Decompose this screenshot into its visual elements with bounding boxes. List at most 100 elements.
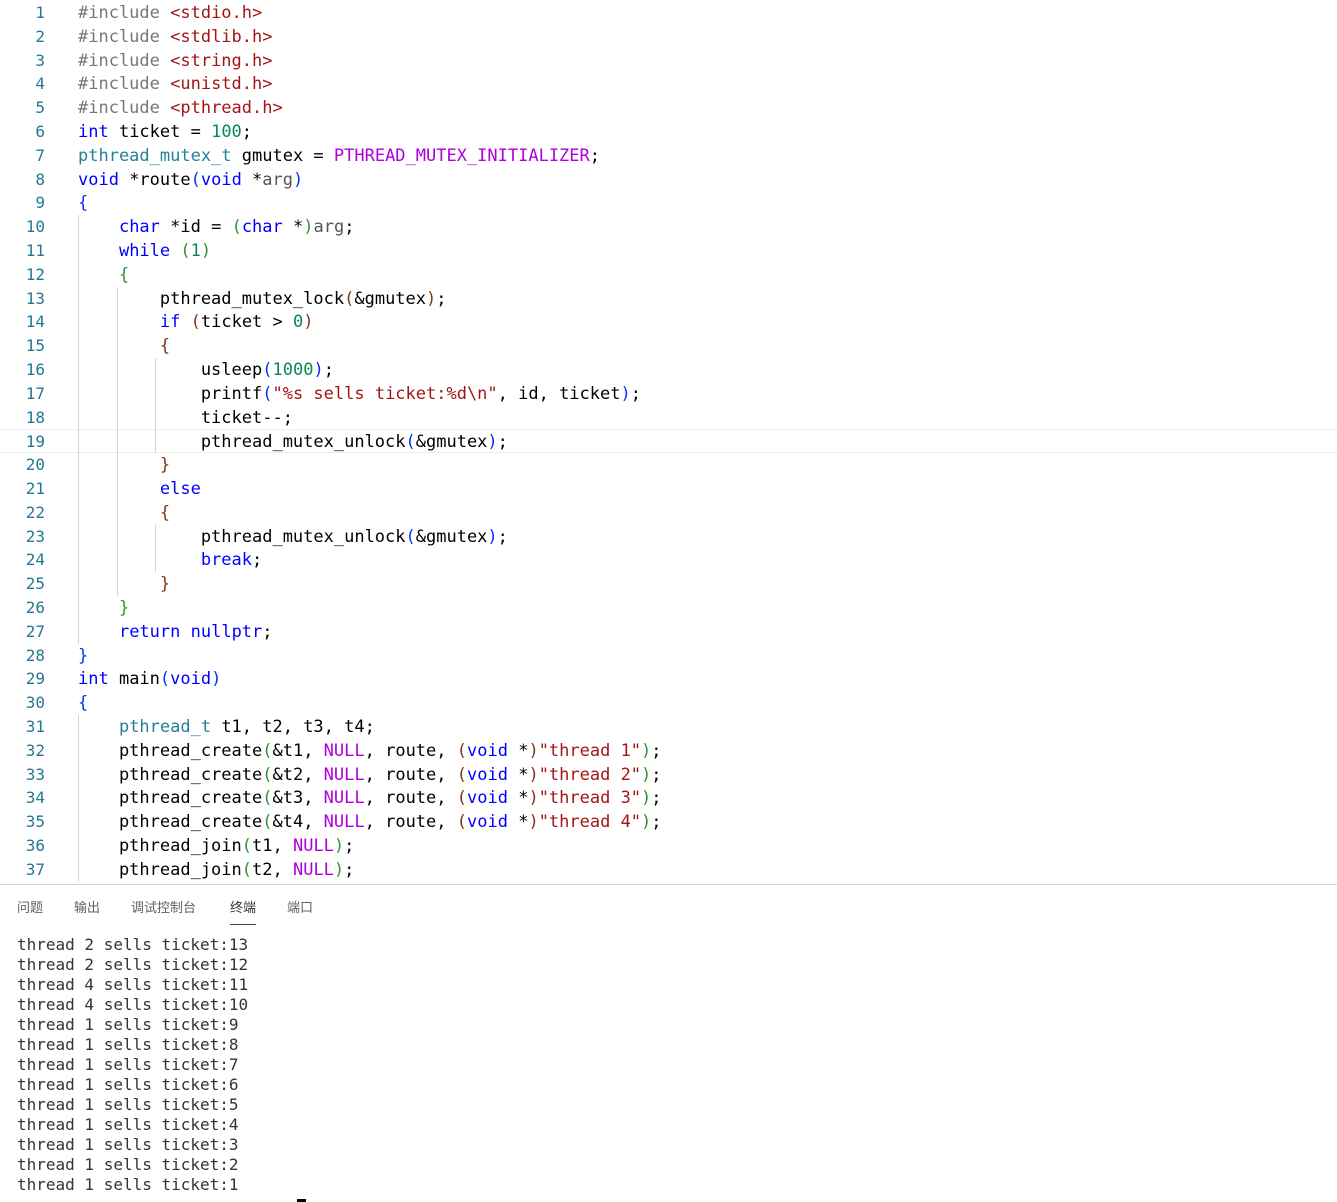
code-line[interactable]: 22 { xyxy=(0,501,1337,525)
code-token: pthread_mutex_t xyxy=(78,145,232,166)
code-line[interactable]: 5 #include <pthread.h> xyxy=(0,96,1337,120)
code-token: main xyxy=(108,669,160,690)
code-token: NULL xyxy=(323,788,365,809)
line-number: 37 xyxy=(25,859,45,879)
code-token: ) xyxy=(211,669,222,690)
code-token: #include xyxy=(78,3,171,23)
code-token: return xyxy=(118,621,181,642)
code-line[interactable]: 19 pthread_mutex_unlock(&gmutex); xyxy=(0,429,1337,454)
code-line[interactable]: 37 pthread_join(t2, NULL); xyxy=(0,858,1337,882)
line-number: 21 xyxy=(25,479,45,498)
code-line[interactable]: 35 pthread_create(&t4, NULL, route, (voi… xyxy=(0,810,1337,834)
code-line[interactable]: 16 usleep(1000); xyxy=(0,358,1337,382)
code-line[interactable]: 18 ticket--; xyxy=(0,406,1337,430)
code-line[interactable]: 12 { xyxy=(0,263,1337,287)
line-number: 22 xyxy=(25,502,45,522)
panel-tab[interactable]: 调试控制台 xyxy=(131,899,196,925)
code-token: ; xyxy=(651,788,662,809)
terminal-prompt[interactable] xyxy=(17,1195,1317,1202)
code-token: ( xyxy=(190,169,201,190)
code-text: while (1) xyxy=(78,239,211,263)
code-token: 0 xyxy=(293,312,304,333)
code-line[interactable]: 23 pthread_mutex_unlock(&gmutex); xyxy=(0,525,1337,549)
terminal[interactable]: thread 2 sells ticket:13 thread 2 sells t… xyxy=(17,935,1317,1202)
code-line[interactable]: 14 if (ticket > 0) xyxy=(0,310,1337,334)
code-token: ( xyxy=(231,217,242,238)
code-token: while xyxy=(118,241,171,261)
indent-guide xyxy=(78,215,79,644)
code-line[interactable]: 33 pthread_create(&t2, NULL, route, (voi… xyxy=(0,763,1337,787)
code-editor[interactable]: 1 #include <stdio.h> 2 #include <stdlib.h> 3… xyxy=(0,0,1337,884)
code-token: , route, xyxy=(364,812,457,833)
code-text: { xyxy=(78,691,88,715)
code-line[interactable]: 1 #include <stdio.h> xyxy=(0,1,1337,25)
code-token: *route xyxy=(118,169,191,190)
code-token: 1 xyxy=(190,241,201,261)
line-number: 16 xyxy=(25,360,45,379)
code-line[interactable]: 13 pthread_mutex_lock(&gmutex); xyxy=(0,287,1337,311)
code-token: , route, xyxy=(364,764,457,785)
code-token: void xyxy=(170,669,212,690)
code-line[interactable]: 36 pthread_join(t1, NULL); xyxy=(0,834,1337,858)
panel-tab[interactable]: 问题 xyxy=(17,899,43,925)
code-token: ( xyxy=(344,288,355,309)
code-line[interactable]: 9{ xyxy=(0,191,1337,215)
terminal-line: thread 1 sells ticket:3 xyxy=(17,1135,239,1154)
code-token: int xyxy=(78,669,109,690)
code-line[interactable]: 27 return nullptr; xyxy=(0,620,1337,644)
code-token: ( xyxy=(262,788,273,809)
code-token: ) xyxy=(528,812,539,833)
code-token: NULL xyxy=(292,859,334,880)
panel-tab[interactable]: 端口 xyxy=(287,899,313,925)
code-text: pthread_create(&t3, NULL, route, (void *… xyxy=(78,786,662,810)
code-line[interactable]: 17 printf("%s sells ticket:%d\n", id, ti… xyxy=(0,382,1337,406)
code-line[interactable]: 11 while (1) xyxy=(0,239,1337,263)
code-token: "thread 3" xyxy=(538,788,642,809)
code-text: #include <string.h> xyxy=(78,49,272,73)
line-number: 6 xyxy=(35,122,45,141)
code-line[interactable]: 28} xyxy=(0,644,1337,668)
line-number: 13 xyxy=(25,288,45,308)
line-number: 31 xyxy=(25,717,45,736)
code-line[interactable]: 3 #include <string.h> xyxy=(0,49,1337,73)
code-token: &gmutex xyxy=(415,432,488,453)
line-number: 17 xyxy=(25,383,45,403)
code-text: break; xyxy=(78,548,262,572)
code-line[interactable]: 4 #include <unistd.h> xyxy=(0,72,1337,96)
code-token: ) xyxy=(487,526,498,547)
code-line[interactable]: 8 void *route(void *arg) xyxy=(0,168,1337,192)
code-token: ticket = xyxy=(108,122,212,142)
code-text: return nullptr; xyxy=(78,620,273,644)
panel-tab[interactable]: 输出 xyxy=(74,899,100,925)
code-line[interactable]: 31 pthread_t t1, t2, t3, t4; xyxy=(0,715,1337,739)
code-line[interactable]: 21 else xyxy=(0,477,1337,501)
code-line[interactable]: 10 char *id = (char *)arg; xyxy=(0,215,1337,239)
code-line[interactable]: 26 } xyxy=(0,596,1337,620)
code-token: ; xyxy=(630,383,641,404)
code-line[interactable]: 24 break; xyxy=(0,548,1337,572)
code-token: ( xyxy=(456,764,467,785)
code-token: } xyxy=(118,598,130,618)
code-token: "thread 1" xyxy=(538,740,642,761)
line-number: 11 xyxy=(25,241,45,260)
line-number: 35 xyxy=(25,812,45,832)
code-token: #include xyxy=(78,50,171,71)
code-line[interactable]: 30 { xyxy=(0,691,1337,715)
code-line[interactable]: 32 pthread_create(&t1, NULL, route, (voi… xyxy=(0,739,1337,763)
code-text: #include <unistd.h> xyxy=(78,72,272,96)
code-token: pthread_join xyxy=(78,859,242,880)
code-line[interactable]: 15 { xyxy=(0,334,1337,358)
code-line[interactable]: 34 pthread_create(&t3, NULL, route, (voi… xyxy=(0,786,1337,810)
code-text: int ticket = 100; xyxy=(78,120,252,144)
code-line[interactable]: 20 } xyxy=(0,453,1337,477)
line-number: 18 xyxy=(25,407,45,427)
code-line[interactable]: 7 pthread_mutex_t gmutex = PTHREAD_MUTEX_… xyxy=(0,144,1337,168)
code-line[interactable]: 2 #include <stdlib.h> xyxy=(0,25,1337,49)
code-line[interactable]: 6 int ticket = 100; xyxy=(0,120,1337,144)
panel-tab[interactable]: 终端 xyxy=(230,899,257,925)
code-line[interactable]: 25 } xyxy=(0,572,1337,596)
code-line[interactable]: 29 int main(void) xyxy=(0,667,1337,691)
